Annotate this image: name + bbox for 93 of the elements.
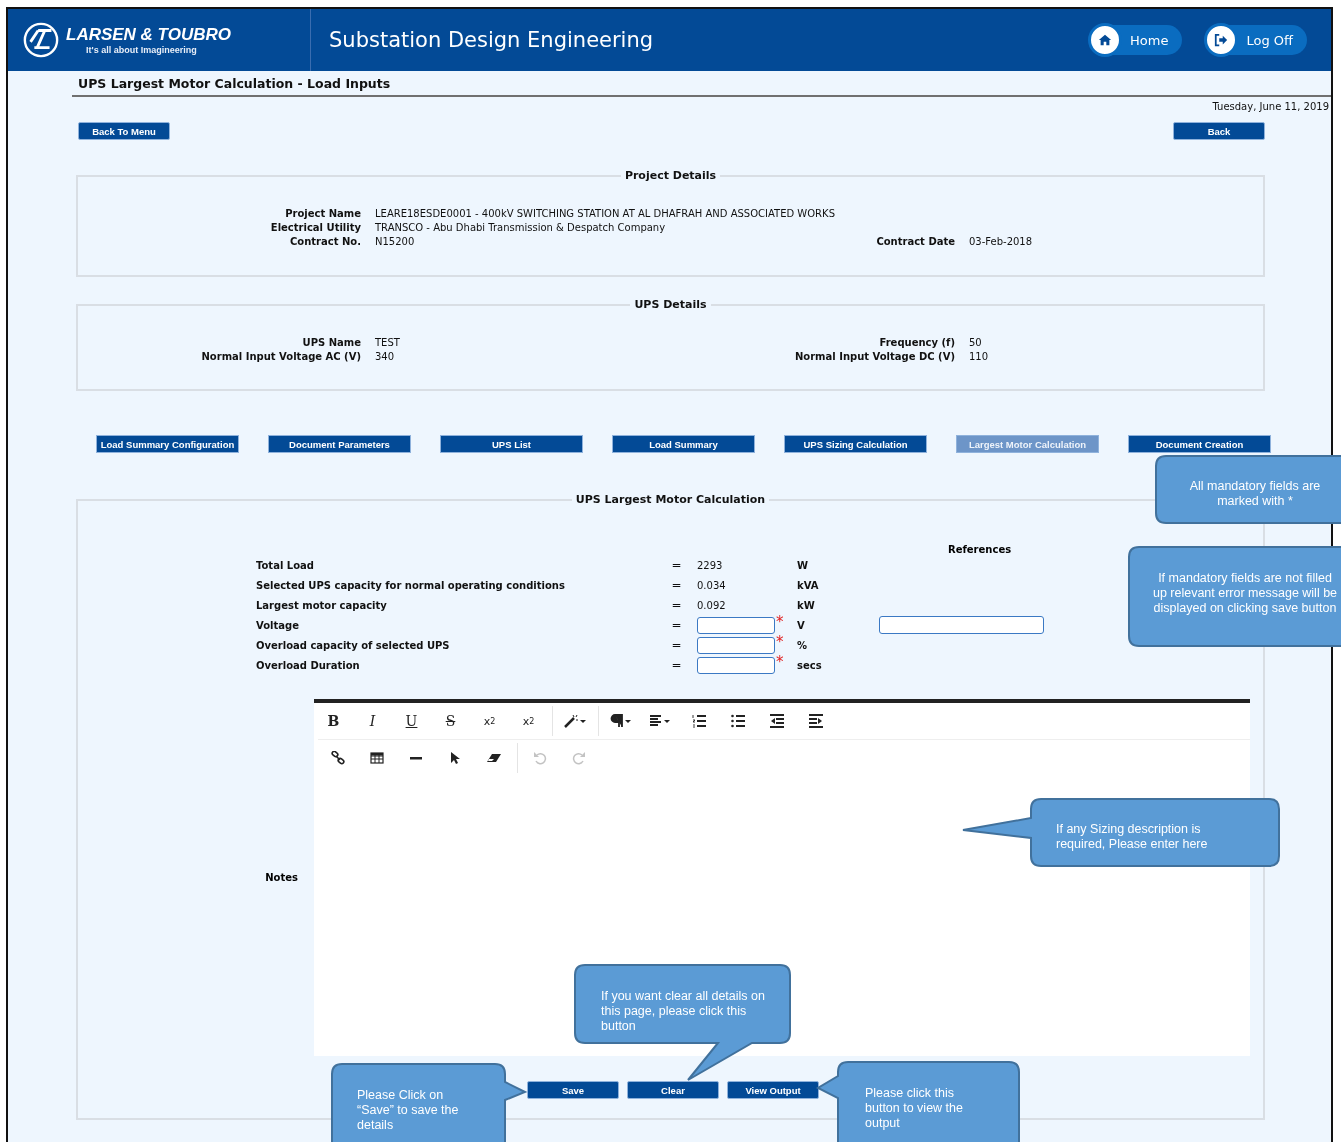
nav-tab[interactable]: Load Summary Configuration [96,435,239,453]
field-label: UPS Name [301,337,361,348]
section-title: Project Details [623,169,718,182]
unit-label: W [797,558,810,573]
outdent-icon [769,714,784,728]
field-label: Selected UPS capacity for normal operating conditions [256,578,566,593]
app-title: Substation Design Engineering [329,28,655,52]
exit-icon [1214,33,1229,47]
required-mark: * [776,615,784,629]
equals-sign: = [670,617,683,634]
table-icon [369,751,384,765]
back-to-menu-button[interactable]: Back To Menu [78,122,170,140]
reference-field[interactable] [879,616,1044,634]
field-value: N15200 [375,236,416,247]
logo-icon [22,21,60,59]
bold-button[interactable]: B [314,707,353,735]
unit-label: % [797,638,809,653]
callout-text: If mandatory fields are not filled up relevant error message will be displayed on clicking save button [1151,571,1339,616]
field-value: 2293 [697,559,723,571]
nav-tab[interactable]: UPS Sizing Calculation [784,435,927,453]
field-label: Total Load [256,558,315,573]
equals-sign: = [670,637,683,654]
field-value: 340 [375,351,396,362]
undo-icon [532,751,547,765]
field-value: TRANSCO - Abu Dhabi Transmission & Despatch Company [375,222,667,233]
callout-text: All mandatory fields are marked with * [1188,479,1322,509]
field-value: TEST [375,337,401,348]
column-heading: References [948,544,1013,555]
nav-tab[interactable]: Load Summary [612,435,755,453]
view-output-button[interactable]: View Output [727,1081,819,1099]
field-value: 0.034 [697,579,726,591]
log-off-button[interactable]: Log Off [1206,25,1307,55]
bullet-list-icon [730,714,745,728]
nav-tab[interactable]: Document Creation [1128,435,1271,453]
format-button[interactable]: x$^{2}$ [509,707,548,735]
field-value: 03-Feb-2018 [969,236,1034,247]
required-mark: * [776,655,784,669]
redo-icon [571,751,586,765]
callout-text: Please click this button to view the output [865,1086,964,1131]
field-label: Overload capacity of selected UPS [256,638,451,653]
field-label: Project Name [284,208,361,219]
tagline: It's all about Imagineering [86,45,197,55]
field-label: Normal Input Voltage DC (V) [793,351,955,362]
date-label: Tuesday, June 11, 2019 [1212,101,1330,112]
equals-sign: = [670,557,683,574]
clear-button[interactable]: Clear [627,1081,719,1099]
save-button[interactable]: Save [527,1081,619,1099]
callout-text: If you want clear all details on this page, please click this button [601,989,766,1034]
input-field[interactable] [697,636,775,654]
strikethrough-button[interactable]: S [431,707,470,735]
paragraph-icon [609,714,632,728]
nav-tab[interactable]: Document Parameters [268,435,411,453]
required-mark: * [776,635,784,649]
field-value: 0.092 [697,599,726,611]
input-field[interactable] [697,616,775,634]
field-label: Largest motor capacity [256,598,388,613]
field-label: Contract Date [875,236,955,247]
callout-text: Please Click on “Save” to save the details [357,1088,460,1133]
equals-sign: = [670,597,683,614]
company-name: LARSEN & TOUBRO [66,25,231,45]
field-value: 50 [969,337,983,348]
input-field[interactable] [697,656,775,674]
indent-icon [808,714,823,728]
field-value: 110 [969,351,990,362]
equals-sign: = [670,657,683,674]
back-button[interactable]: Back [1173,122,1265,140]
field-label: Frequency (f) [878,337,955,348]
unit-label: secs [797,658,823,673]
equals-sign: = [670,577,683,594]
home-button[interactable]: Home [1090,25,1183,55]
field-label: Contract No. [289,236,361,247]
unit-label: V [797,618,806,633]
italic-button[interactable]: I [353,707,392,735]
home-icon [1098,33,1113,47]
unit-label: kVA [797,578,820,593]
field-label: Normal Input Voltage AC (V) [200,351,361,362]
field-label: Electrical Utility [269,222,361,233]
magic-wand-icon [563,714,586,728]
section-title: UPS Details [633,298,708,311]
underline-button[interactable]: U [392,707,431,735]
callout-text: If any Sizing description is required, Please enter here [1056,822,1209,852]
field-label: Overload Duration [256,658,361,673]
unit-label: kW [797,598,816,613]
section-title: UPS Largest Motor Calculation [574,493,767,506]
nav-tab[interactable]: UPS List [440,435,583,453]
notes-label: Notes [264,872,299,883]
eraser-icon [486,751,501,765]
ordered-list-icon [691,714,706,728]
field-value: LEARE18ESDE0001 - 400kV SWITCHING STATION AT AL DHAFRAH AND ASSOCIATED WORKS [375,208,836,219]
link-icon [330,751,345,765]
page-title: UPS Largest Motor Calculation - Load Inputs [78,76,392,91]
field-label: Voltage [256,618,300,633]
align-icon [648,714,671,728]
